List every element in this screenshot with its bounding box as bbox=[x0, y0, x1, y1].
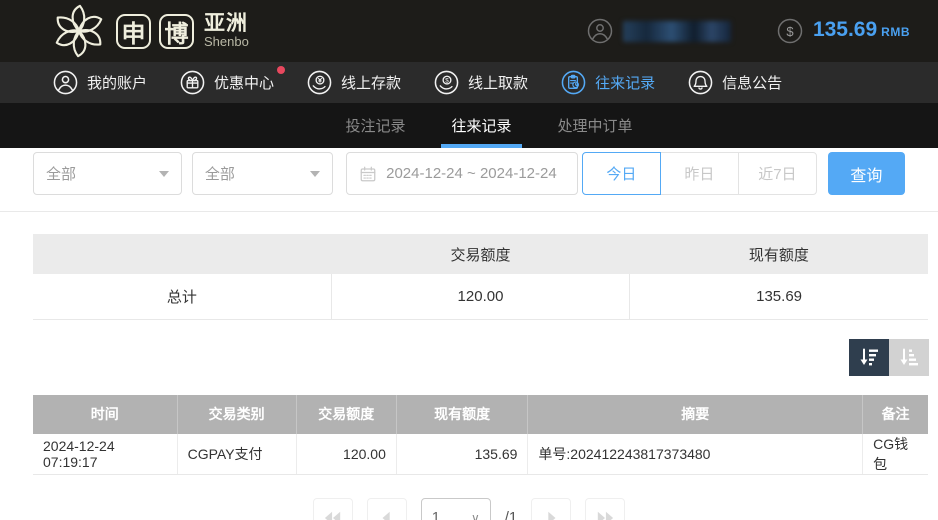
pagination: 1 ∨ /1 bbox=[0, 498, 938, 520]
record-row: 2024-12-24 07:19:17 CGPAY支付 120.00 135.6… bbox=[33, 434, 928, 475]
dollar-circle-icon: $ bbox=[777, 18, 803, 44]
nav-item-promotions[interactable]: 优惠中心 bbox=[180, 70, 274, 95]
calendar-icon bbox=[359, 165, 377, 183]
nav-label: 信息公告 bbox=[722, 72, 782, 93]
quick-filter-today[interactable]: 今日 bbox=[582, 152, 661, 195]
brand-char-box-2: 博 bbox=[159, 14, 194, 49]
first-page-button[interactable] bbox=[313, 498, 353, 520]
brand-subtitle: Shenbo bbox=[204, 35, 249, 49]
summary-header-balance: 现有额度 bbox=[630, 234, 928, 274]
summary-total-amount: 120.00 bbox=[331, 274, 629, 319]
caret-down-icon bbox=[310, 171, 320, 177]
withdraw-coin-icon: $ bbox=[434, 70, 459, 95]
transaction-category-select[interactable]: 全部 bbox=[192, 152, 333, 195]
section-divider bbox=[0, 211, 938, 212]
transaction-type-select[interactable]: 全部 bbox=[33, 152, 182, 195]
sort-amount-desc-icon bbox=[858, 346, 880, 368]
prev-page-button[interactable] bbox=[367, 498, 407, 520]
sort-descending-button[interactable] bbox=[849, 339, 889, 376]
chevron-down-icon: ∨ bbox=[471, 511, 480, 520]
records-table: 时间 交易类别 交易额度 现有额度 摘要 备注 2024-12-24 07:19… bbox=[33, 395, 928, 475]
select-value: 全部 bbox=[205, 163, 235, 184]
double-arrow-right-icon bbox=[596, 511, 614, 520]
records-header-row: 时间 交易类别 交易额度 现有额度 摘要 备注 bbox=[33, 395, 928, 434]
deposit-coin-icon bbox=[307, 70, 332, 95]
summary-header-empty bbox=[33, 234, 331, 274]
balance-amount: 135.69 bbox=[813, 18, 877, 42]
wallet-balance[interactable]: $ 135.69 RMB bbox=[777, 18, 910, 44]
summary-table: 交易额度 现有额度 总计 120.00 135.69 bbox=[33, 234, 928, 320]
arrow-right-icon bbox=[542, 511, 560, 520]
summary-total-balance: 135.69 bbox=[630, 274, 928, 319]
page-select[interactable]: 1 ∨ bbox=[421, 498, 491, 520]
records-header-type: 交易类别 bbox=[177, 395, 296, 434]
sort-ascending-button[interactable] bbox=[889, 339, 929, 376]
bell-icon bbox=[688, 70, 713, 95]
quick-filter-yesterday[interactable]: 昨日 bbox=[660, 152, 739, 195]
record-amount: 120.00 bbox=[296, 434, 396, 475]
transaction-records-icon bbox=[561, 70, 586, 95]
records-header-time: 时间 bbox=[33, 395, 177, 434]
search-button[interactable]: 查询 bbox=[828, 152, 905, 195]
quick-filter-last7days[interactable]: 近7日 bbox=[738, 152, 817, 195]
record-summary: 单号:202412243817373480 bbox=[528, 434, 863, 475]
nav-label: 往来记录 bbox=[595, 72, 655, 93]
tab-processing-orders[interactable]: 处理中订单 bbox=[554, 103, 637, 148]
svg-text:$: $ bbox=[445, 78, 449, 85]
nav-item-my-account[interactable]: 我的账户 bbox=[53, 70, 147, 95]
record-balance: 135.69 bbox=[396, 434, 528, 475]
brand-logo: 申 博 亚洲 Shenbo bbox=[50, 2, 249, 60]
record-remark: CG钱包 bbox=[863, 434, 928, 475]
date-range-input[interactable]: 2024-12-24 ~ 2024-12-24 bbox=[346, 152, 578, 195]
user-circle-icon bbox=[587, 18, 613, 44]
select-value: 全部 bbox=[46, 163, 76, 184]
tab-bet-records[interactable]: 投注记录 bbox=[341, 103, 409, 148]
filter-bar: 全部 全部 2024-12-24 ~ 2024-12-24 今日 昨日 近7日 … bbox=[0, 148, 938, 195]
page-total-label: /1 bbox=[505, 509, 518, 520]
nav-label: 线上取款 bbox=[468, 72, 528, 93]
new-badge-dot bbox=[277, 66, 285, 74]
summary-header-amount: 交易额度 bbox=[331, 234, 629, 274]
records-header-amount: 交易额度 bbox=[296, 395, 396, 434]
user-icon bbox=[53, 70, 78, 95]
nav-item-transaction-records[interactable]: 往来记录 bbox=[561, 70, 655, 95]
next-page-button[interactable] bbox=[531, 498, 571, 520]
svg-text:$: $ bbox=[786, 24, 794, 39]
nav-item-announcements[interactable]: 信息公告 bbox=[688, 70, 782, 95]
summary-total-row: 总计 120.00 135.69 bbox=[33, 274, 928, 319]
topbar: 申 博 亚洲 Shenbo $ 135.69 RMB bbox=[0, 0, 938, 62]
records-header-summary: 摘要 bbox=[528, 395, 863, 434]
double-arrow-left-icon bbox=[324, 511, 342, 520]
sort-controls bbox=[0, 339, 929, 376]
quick-date-button-group: 今日 昨日 近7日 bbox=[582, 152, 817, 195]
records-subnav: 投注记录 往来记录 处理中订单 bbox=[0, 103, 938, 148]
date-range-value: 2024-12-24 ~ 2024-12-24 bbox=[386, 165, 557, 182]
summary-total-label: 总计 bbox=[33, 274, 331, 319]
records-header-remark: 备注 bbox=[863, 395, 928, 434]
records-header-balance: 现有额度 bbox=[396, 395, 528, 434]
nav-label: 我的账户 bbox=[87, 72, 147, 93]
main-navbar: 我的账户 优惠中心 线上存款 $ 线上取款 bbox=[0, 62, 938, 103]
nav-item-online-withdrawal[interactable]: $ 线上取款 bbox=[434, 70, 528, 95]
record-time: 2024-12-24 07:19:17 bbox=[33, 434, 177, 475]
gift-icon bbox=[180, 70, 205, 95]
brand-char-box-1: 申 bbox=[116, 14, 151, 49]
sort-amount-asc-icon bbox=[898, 346, 920, 368]
nav-item-online-deposit[interactable]: 线上存款 bbox=[307, 70, 401, 95]
user-account[interactable] bbox=[587, 18, 731, 44]
nav-label: 优惠中心 bbox=[214, 72, 274, 93]
summary-header-row: 交易额度 现有额度 bbox=[33, 234, 928, 274]
tab-transaction-records[interactable]: 往来记录 bbox=[447, 103, 515, 148]
page-select-value: 1 bbox=[432, 509, 440, 520]
caret-down-icon bbox=[159, 171, 169, 177]
username-redacted bbox=[623, 21, 731, 42]
record-type: CGPAY支付 bbox=[177, 434, 296, 475]
last-page-button[interactable] bbox=[585, 498, 625, 520]
balance-currency: RMB bbox=[881, 25, 910, 39]
brand-region: 亚洲 bbox=[204, 13, 249, 35]
nav-label: 线上存款 bbox=[341, 72, 401, 93]
arrow-left-icon bbox=[378, 511, 396, 520]
lotus-flower-icon bbox=[50, 2, 108, 60]
